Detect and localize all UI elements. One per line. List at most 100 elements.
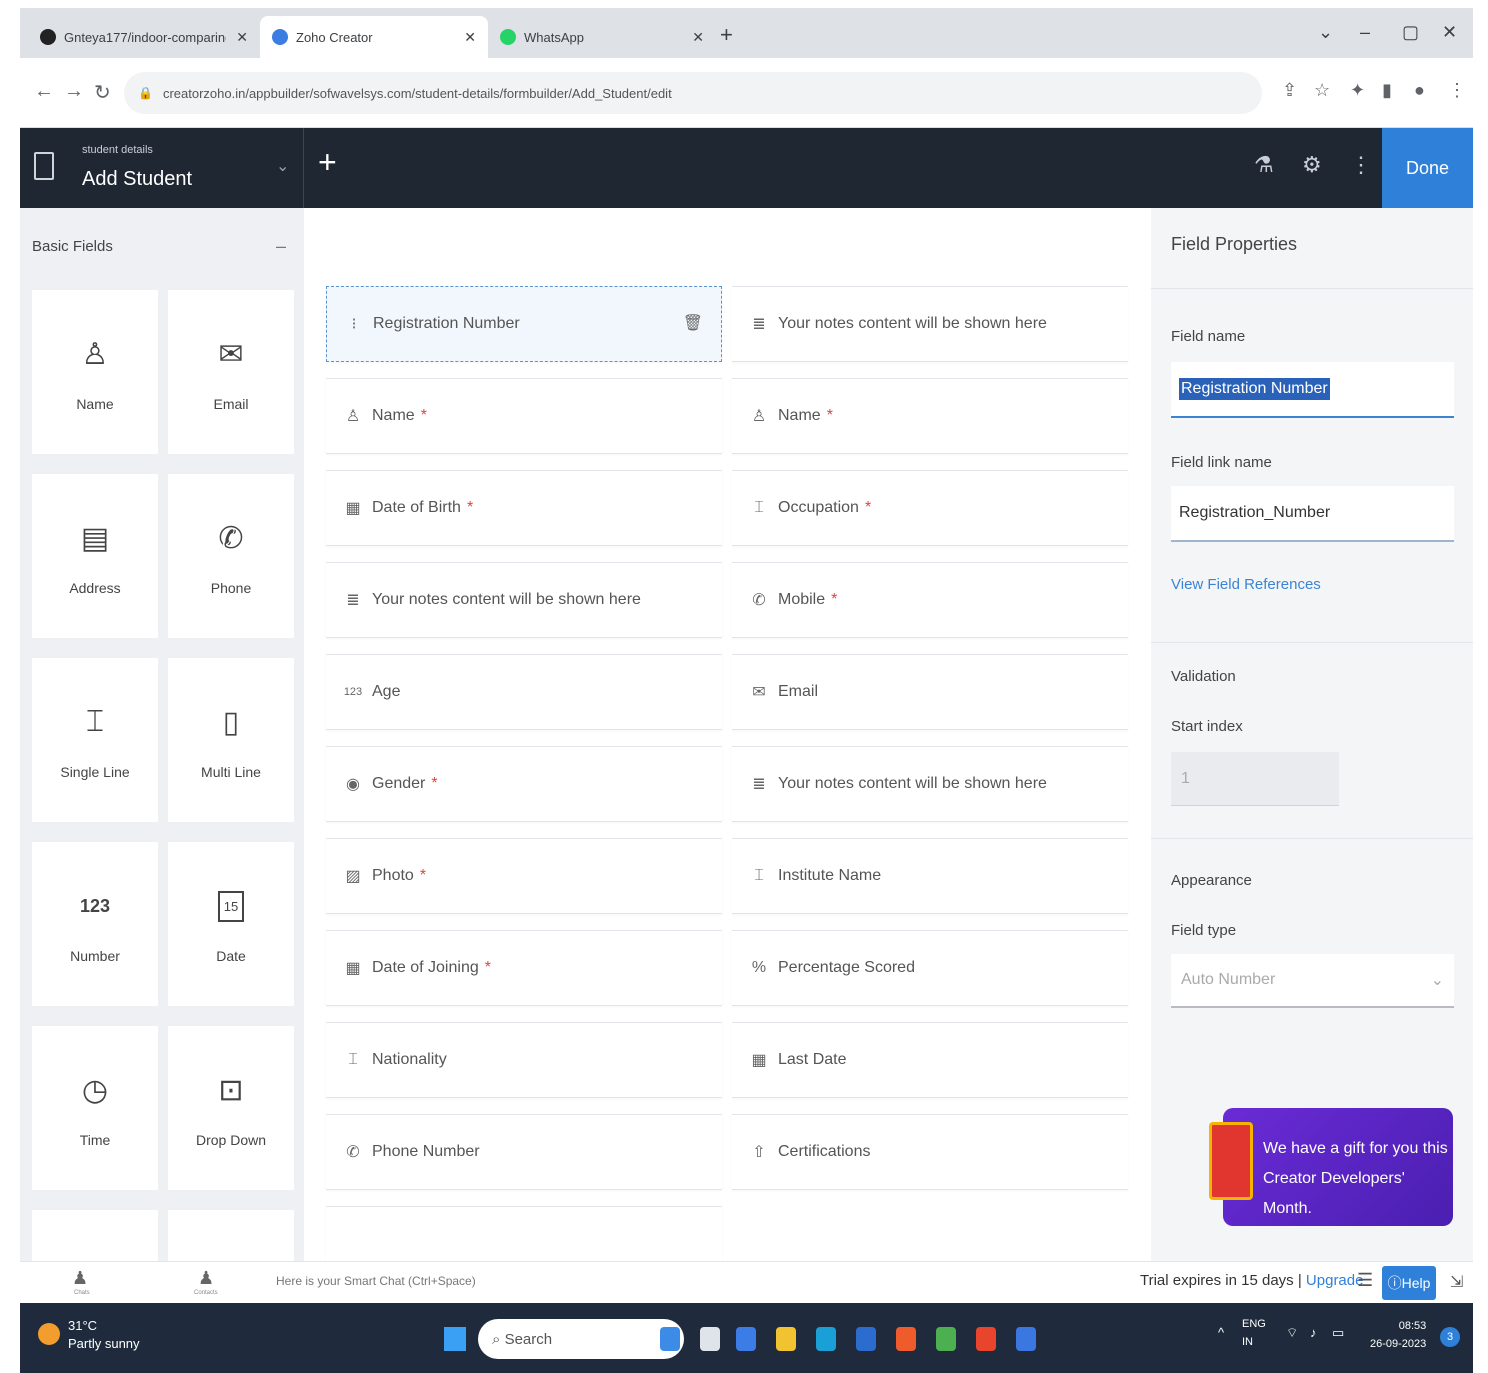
palette-item-date[interactable]: 15 Date: [168, 842, 294, 1006]
form-name[interactable]: Add Student: [82, 168, 192, 191]
upgrade-link[interactable]: Upgrade: [1306, 1272, 1364, 1289]
palette-item-single-line[interactable]: ⌶ Single Line: [32, 658, 158, 822]
close-icon[interactable]: ✕: [236, 29, 248, 46]
close-icon[interactable]: ✕: [464, 29, 476, 46]
smart-chat-hint[interactable]: Here is your Smart Chat (Ctrl+Space): [276, 1274, 476, 1288]
field-name[interactable]: ♙ Name *: [326, 378, 722, 454]
field-age[interactable]: 123 Age: [326, 654, 722, 730]
palette-item-address[interactable]: ▤ Address: [32, 474, 158, 638]
sidepanel-icon[interactable]: ▮: [1382, 80, 1392, 101]
tab-whatsapp[interactable]: WhatsApp ✕: [488, 16, 716, 58]
palette-item-email[interactable]: ✉ Email: [168, 290, 294, 454]
palette-item-more[interactable]: ✓: [168, 1210, 294, 1261]
store-icon[interactable]: [856, 1327, 876, 1351]
field-partial[interactable]: [326, 1206, 722, 1261]
field-occupation[interactable]: ⌶ Occupation *: [732, 470, 1128, 546]
bookmark-star-icon[interactable]: ☆: [1314, 80, 1330, 101]
close-icon[interactable]: ✕: [692, 29, 704, 46]
field-label: Nationality: [372, 1051, 447, 1068]
field-email[interactable]: ✉ Email: [732, 654, 1128, 730]
weather-icon[interactable]: [38, 1323, 60, 1345]
help-button[interactable]: ⓘ Help: [1382, 1266, 1436, 1300]
done-button[interactable]: Done: [1382, 128, 1473, 208]
tab-zoho-creator[interactable]: Zoho Creator ✕: [260, 16, 488, 58]
palette-item-more[interactable]: ◠: [32, 1210, 158, 1261]
window-close-button[interactable]: ✕: [1442, 22, 1457, 43]
field-phone-number[interactable]: ✆ Phone Number: [326, 1114, 722, 1190]
battery-icon[interactable]: ▭: [1332, 1325, 1344, 1341]
field-certifications[interactable]: ⇧ Certifications: [732, 1114, 1128, 1190]
weather-widget[interactable]: 31°C Partly sunny: [68, 1317, 140, 1353]
field-notes[interactable]: ≣ Your notes content will be shown here: [326, 562, 722, 638]
extensions-icon[interactable]: ✦: [1350, 80, 1365, 101]
palette-item-drop-down[interactable]: ⊡ Drop Down: [168, 1026, 294, 1190]
url-bar[interactable]: 🔒 creatorzoho.in/appbuilder/sofwavelsys.…: [124, 72, 1262, 114]
field-date-of-birth[interactable]: ▦ Date of Birth *: [326, 470, 722, 546]
tab-search-icon[interactable]: ⌄: [1318, 22, 1333, 43]
reload-icon[interactable]: ↻: [94, 80, 111, 105]
collapse-icon[interactable]: –: [276, 236, 286, 257]
field-institute-name[interactable]: ⌶ Institute Name: [732, 838, 1128, 914]
exit-icon[interactable]: ⇲: [1450, 1272, 1463, 1292]
preview-icon[interactable]: ⚗: [1254, 152, 1274, 178]
promo-banner[interactable]: We have a gift for you this Creator Deve…: [1223, 1108, 1453, 1226]
field-gender[interactable]: ◉ Gender *: [326, 746, 722, 822]
field-mobile[interactable]: ✆ Mobile *: [732, 562, 1128, 638]
palette-item-multi-line[interactable]: ▯ Multi Line: [168, 658, 294, 822]
edge-icon[interactable]: [816, 1327, 836, 1351]
wifi-icon[interactable]: ⌔: [1286, 1325, 1298, 1341]
delete-icon[interactable]: 🗑: [683, 313, 703, 333]
contacts-icon[interactable]: ♟: [198, 1268, 214, 1289]
palette-item-phone[interactable]: ✆ Phone: [168, 474, 294, 638]
field-photo[interactable]: ▨ Photo *: [326, 838, 722, 914]
file-explorer-icon[interactable]: [776, 1327, 796, 1351]
field-percentage-scored[interactable]: % Percentage Scored: [732, 930, 1128, 1006]
chevron-down-icon[interactable]: ⌄: [276, 156, 289, 176]
field-last-date[interactable]: ▦ Last Date: [732, 1022, 1128, 1098]
field-type-select[interactable]: Auto Number ⌄: [1171, 954, 1454, 1008]
volume-icon[interactable]: ♪: [1310, 1325, 1317, 1340]
add-form-button[interactable]: +: [318, 144, 337, 181]
field-name-input[interactable]: Registration Number: [1171, 362, 1454, 418]
language-indicator[interactable]: ENG IN: [1242, 1315, 1266, 1351]
palette-item-name[interactable]: ♙ Name: [32, 290, 158, 454]
field-link-name-input[interactable]: Registration_Number: [1171, 486, 1454, 542]
settings-gear-icon[interactable]: ⚙: [1302, 152, 1322, 178]
forward-icon[interactable]: →: [64, 80, 84, 103]
field-guardian-name[interactable]: ♙ Name *: [732, 378, 1128, 454]
field-type-label: Field type: [1171, 922, 1237, 939]
powerpoint-icon[interactable]: [976, 1327, 996, 1351]
start-icon[interactable]: [444, 1327, 466, 1351]
view-field-references-link[interactable]: View Field References: [1171, 576, 1321, 593]
back-icon[interactable]: ←: [34, 80, 54, 103]
menu-icon[interactable]: ☰: [1357, 1270, 1373, 1291]
field-notes[interactable]: ≣ Your notes content will be shown here: [732, 746, 1128, 822]
profile-icon[interactable]: ●: [1414, 80, 1425, 101]
chrome-icon[interactable]: [936, 1327, 956, 1351]
field-nationality[interactable]: ⌶ Nationality: [326, 1022, 722, 1098]
maximize-button[interactable]: ▢: [1402, 22, 1419, 43]
tray-chevron-icon[interactable]: ^: [1218, 1325, 1224, 1340]
minimize-button[interactable]: –: [1360, 22, 1370, 43]
field-notes[interactable]: ≣ Your notes content will be shown here: [732, 286, 1128, 362]
properties-title: Field Properties: [1171, 234, 1298, 254]
share-icon[interactable]: ⇪: [1282, 80, 1297, 101]
taskbar-search[interactable]: ⌕ Search: [478, 1319, 684, 1359]
field-registration-number[interactable]: ⁝ Registration Number 🗑: [326, 286, 722, 362]
palette-item-time[interactable]: ◷ Time: [32, 1026, 158, 1190]
brave-icon[interactable]: [896, 1327, 916, 1351]
copilot-icon[interactable]: [660, 1327, 680, 1351]
clock[interactable]: 08:53 26-09-2023: [1370, 1317, 1426, 1353]
field-date-of-joining[interactable]: ▦ Date of Joining *: [326, 930, 722, 1006]
new-tab-button[interactable]: +: [720, 22, 733, 48]
chat-app-icon[interactable]: [736, 1327, 756, 1351]
field-label: Email: [778, 683, 819, 700]
task-view-icon[interactable]: [700, 1327, 720, 1351]
app-icon[interactable]: [1016, 1327, 1036, 1351]
tab-github[interactable]: Gnteya177/indoor-comparing ✕: [28, 16, 260, 58]
chat-icon[interactable]: ♟: [72, 1268, 88, 1289]
palette-item-number[interactable]: 123 Number: [32, 842, 158, 1006]
notification-badge[interactable]: 3: [1440, 1327, 1460, 1347]
browser-menu-icon[interactable]: ⋮: [1448, 80, 1466, 101]
more-options-icon[interactable]: ⋮: [1350, 152, 1372, 178]
